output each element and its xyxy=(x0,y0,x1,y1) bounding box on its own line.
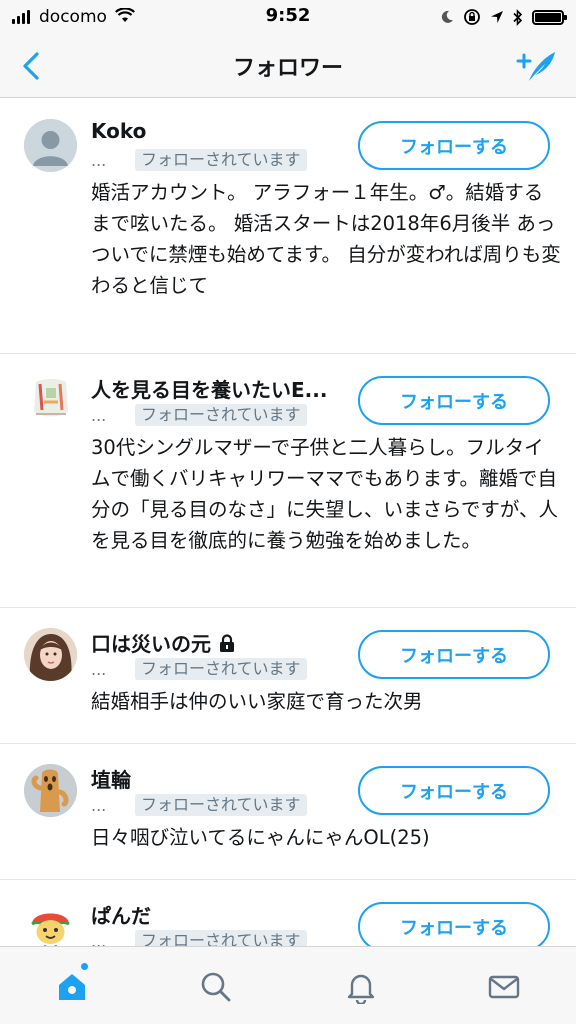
follower-row[interactable]: 人を見る目を養いたいE... ... フォローされています フォローする 30代… xyxy=(0,354,576,608)
follow-button[interactable]: フォローする xyxy=(358,121,550,170)
user-name[interactable]: 埴輪 xyxy=(91,764,131,793)
avatar[interactable] xyxy=(24,900,77,946)
follower-row[interactable]: Koko ... フォローされています フォローする 婚活アカウント。 アラフォ… xyxy=(0,99,576,354)
messages-envelope-icon xyxy=(488,975,520,999)
user-name[interactable]: 口は災いの元 xyxy=(91,628,235,657)
avatar[interactable] xyxy=(24,119,77,172)
navigation-bar: フォロワー xyxy=(0,34,576,98)
user-bio: 結婚相手は仲のいい家庭で育った次男 xyxy=(91,690,423,713)
location-arrow-icon xyxy=(490,10,504,24)
user-handle: ... xyxy=(91,795,107,815)
handle-line: ... フォローされています xyxy=(91,404,307,426)
default-avatar-icon xyxy=(24,119,77,172)
user-name[interactable]: Koko xyxy=(91,119,146,143)
handle-line: ... フォローされています xyxy=(91,930,307,946)
home-icon xyxy=(59,974,85,1000)
haniwa-avatar xyxy=(24,764,77,817)
add-user-quill-icon xyxy=(516,52,555,81)
user-bio: 日々咽び泣いてるにゃんにゃんOL(25) xyxy=(91,826,430,849)
follows-you-badge: フォローされています xyxy=(135,149,307,171)
follow-button[interactable]: フォローする xyxy=(358,376,550,425)
follower-row[interactable]: ぱんだ ... フォローされています フォローする xyxy=(0,880,576,946)
handle-line: ... フォローされています xyxy=(91,658,307,680)
follow-button[interactable]: フォローする xyxy=(358,902,550,946)
user-bio: 婚活アカウント。 アラフォー１年生。♂。結婚するまで呟いたる。 婚活スタートは2… xyxy=(91,181,561,297)
follower-row[interactable]: 口は災いの元 ... フォローされています フォローする 結婚相手は仲のいい家庭… xyxy=(0,608,576,744)
follower-row[interactable]: 埴輪 ... フォローされています フォローする 日々咽び泣いてるにゃんにゃんO… xyxy=(0,744,576,880)
photo-avatar xyxy=(24,628,77,681)
notifications-bell-icon xyxy=(347,974,375,1004)
follow-button[interactable]: フォローする xyxy=(358,630,550,679)
tab-notifications[interactable] xyxy=(339,965,383,1009)
battery-icon xyxy=(532,9,567,25)
character-avatar xyxy=(24,900,77,946)
handle-line: ... フォローされています xyxy=(91,794,307,816)
bluetooth-icon xyxy=(513,8,523,26)
user-handle: ... xyxy=(91,405,107,425)
user-handle: ... xyxy=(91,150,107,170)
follows-you-badge: フォローされています xyxy=(135,404,307,426)
follows-you-badge: フォローされています xyxy=(135,794,307,816)
lock-icon xyxy=(219,633,235,652)
user-name[interactable]: 人を見る目を養いたいE... xyxy=(91,374,327,403)
search-icon xyxy=(201,972,231,1002)
handle-line: ... フォローされています xyxy=(91,149,307,171)
new-content-dot xyxy=(81,963,88,970)
follow-button[interactable]: フォローする xyxy=(358,766,550,815)
follower-list: Koko ... フォローされています フォローする 婚活アカウント。 アラフォ… xyxy=(0,99,576,946)
patterned-cloth-avatar xyxy=(24,374,77,427)
rotation-lock-icon xyxy=(463,8,481,26)
user-handle: ... xyxy=(91,659,107,679)
status-bar: docomo 9:52 xyxy=(0,0,576,34)
avatar[interactable] xyxy=(24,374,77,427)
follows-you-badge: フォローされています xyxy=(135,930,307,946)
tab-messages[interactable] xyxy=(482,965,526,1009)
tab-home[interactable] xyxy=(50,963,94,1009)
follows-you-badge: フォローされています xyxy=(135,658,307,680)
tab-bar xyxy=(0,946,576,1024)
avatar[interactable] xyxy=(24,628,77,681)
add-user-button[interactable] xyxy=(514,46,558,86)
user-name[interactable]: ぱんだ xyxy=(91,900,151,929)
user-handle: ... xyxy=(91,931,107,947)
avatar[interactable] xyxy=(24,764,77,817)
moon-icon xyxy=(440,10,454,24)
user-bio: 30代シングルマザーで子供と二人暮らし。フルタイムで働くバリキャリワーママでもあ… xyxy=(91,436,559,552)
status-icons xyxy=(431,6,567,28)
page-title: フォロワー xyxy=(232,56,343,81)
tab-search[interactable] xyxy=(194,965,238,1009)
